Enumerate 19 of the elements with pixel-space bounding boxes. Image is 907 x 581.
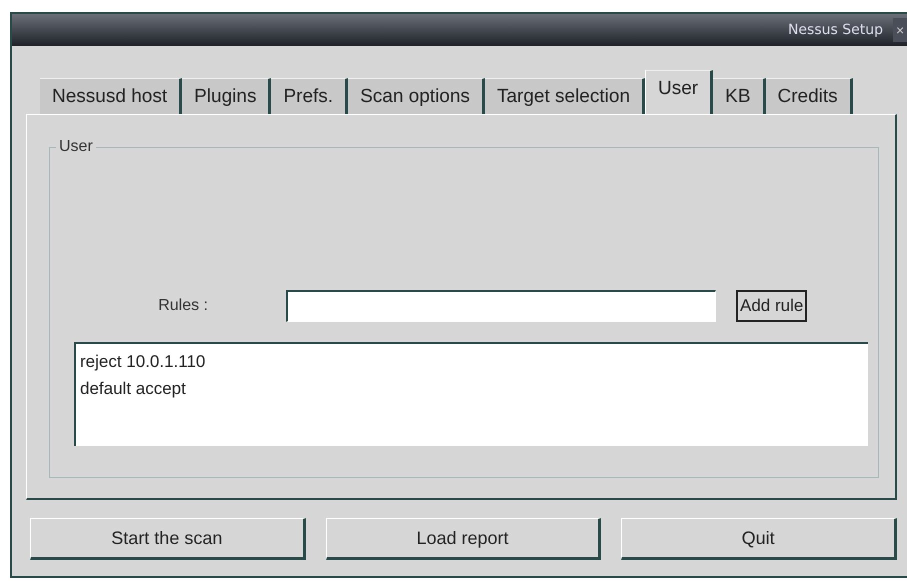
tab[interactable]: Prefs. [271,78,348,114]
close-button[interactable]: × [893,18,907,42]
tab[interactable]: Credits [766,78,853,114]
tab[interactable]: User [645,70,714,114]
tab[interactable]: Target selection [484,78,646,114]
rules-label: Rules : [157,297,208,315]
window-title: Nessus Setup [788,22,883,38]
rules-field[interactable] [286,290,716,322]
list-item[interactable]: reject 10.0.1.110 [80,348,206,375]
action-button[interactable]: Load report [326,518,602,560]
list-item[interactable]: default accept [80,375,186,402]
add-rule-button[interactable]: Add rule [736,290,808,322]
tab[interactable]: Scan options [348,78,485,114]
tab[interactable]: KB [713,78,766,114]
action-button[interactable]: Quit [621,518,898,560]
tab[interactable]: Plugins [182,78,272,114]
rules-list[interactable]: reject 10.0.1.110 default accept [74,342,868,446]
action-button[interactable]: Start the scan [30,518,306,560]
tab[interactable]: Nessusd host [40,78,182,114]
